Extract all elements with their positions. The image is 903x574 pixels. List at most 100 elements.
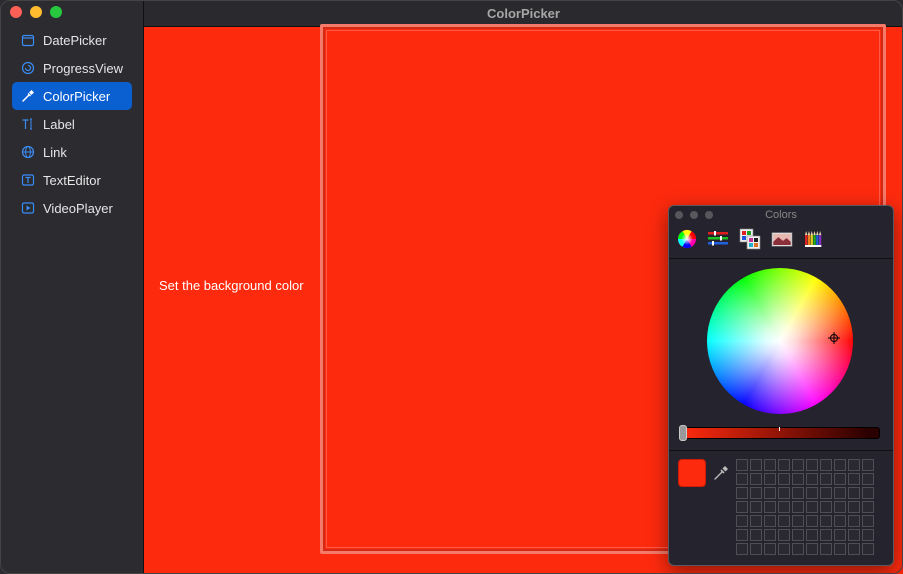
empty-swatch[interactable] (764, 529, 776, 541)
empty-swatch[interactable] (806, 459, 818, 471)
empty-swatch[interactable] (834, 515, 846, 527)
empty-swatch[interactable] (834, 487, 846, 499)
sidebar-item-label: Link (43, 144, 67, 160)
empty-swatch[interactable] (806, 473, 818, 485)
empty-swatch[interactable] (848, 487, 860, 499)
empty-swatch[interactable] (792, 543, 804, 555)
sidebar-item-label[interactable]: Label (12, 110, 132, 138)
empty-swatch[interactable] (792, 487, 804, 499)
brightness-slider[interactable] (681, 427, 880, 439)
empty-swatch[interactable] (736, 501, 748, 513)
empty-swatch[interactable] (820, 501, 832, 513)
empty-swatch[interactable] (834, 473, 846, 485)
empty-swatch[interactable] (792, 459, 804, 471)
colors-panel: Colors (668, 205, 894, 566)
empty-swatch[interactable] (750, 501, 762, 513)
sidebar-item-link[interactable]: Link (12, 138, 132, 166)
empty-swatch[interactable] (764, 473, 776, 485)
empty-swatch[interactable] (750, 459, 762, 471)
empty-swatch[interactable] (750, 543, 762, 555)
empty-swatch[interactable] (848, 543, 860, 555)
empty-swatch[interactable] (862, 529, 874, 541)
empty-swatch[interactable] (834, 459, 846, 471)
empty-swatch[interactable] (806, 487, 818, 499)
brightness-slider-thumb[interactable] (679, 425, 687, 441)
empty-swatch[interactable] (750, 529, 762, 541)
empty-swatch[interactable] (736, 515, 748, 527)
slider-tick-mark (779, 427, 780, 431)
empty-swatch[interactable] (820, 487, 832, 499)
empty-swatch[interactable] (778, 459, 790, 471)
empty-swatch[interactable] (778, 501, 790, 513)
empty-swatch[interactable] (778, 487, 790, 499)
eyedropper-icon[interactable] (713, 465, 729, 481)
empty-swatch[interactable] (792, 473, 804, 485)
sidebar-item-progressview[interactable]: ProgressView (12, 54, 132, 82)
image-icon[interactable] (771, 228, 793, 250)
palettes-icon[interactable] (739, 228, 761, 250)
sliders-icon[interactable] (707, 228, 729, 250)
empty-swatch[interactable] (778, 515, 790, 527)
empty-swatch[interactable] (750, 473, 762, 485)
empty-swatch[interactable] (806, 529, 818, 541)
panel-divider (669, 450, 893, 451)
empty-swatch[interactable] (792, 529, 804, 541)
empty-swatch[interactable] (736, 529, 748, 541)
sidebar-item-colorpicker[interactable]: ColorPicker (12, 82, 132, 110)
sidebar-item-videoplayer[interactable]: VideoPlayer (12, 194, 132, 222)
empty-swatch[interactable] (848, 501, 860, 513)
empty-swatch[interactable] (834, 529, 846, 541)
app-window: DatePicker ProgressView ColorPicker Labe… (0, 0, 903, 574)
saved-swatches-grid (736, 459, 874, 555)
window-controls (10, 6, 62, 18)
empty-swatch[interactable] (764, 487, 776, 499)
empty-swatch[interactable] (862, 459, 874, 471)
empty-swatch[interactable] (736, 473, 748, 485)
empty-swatch[interactable] (848, 459, 860, 471)
minimize-button[interactable] (30, 6, 42, 18)
empty-swatch[interactable] (778, 529, 790, 541)
sidebar-item-texteditor[interactable]: TextEditor (12, 166, 132, 194)
empty-swatch[interactable] (764, 501, 776, 513)
sidebar-item-datepicker[interactable]: DatePicker (12, 26, 132, 54)
empty-swatch[interactable] (848, 473, 860, 485)
empty-swatch[interactable] (806, 543, 818, 555)
empty-swatch[interactable] (820, 459, 832, 471)
empty-swatch[interactable] (778, 543, 790, 555)
empty-swatch[interactable] (764, 459, 776, 471)
empty-swatch[interactable] (862, 487, 874, 499)
colors-panel-titlebar[interactable]: Colors (669, 206, 893, 224)
empty-swatch[interactable] (764, 543, 776, 555)
empty-swatch[interactable] (792, 515, 804, 527)
color-wheel-icon[interactable] (676, 228, 698, 250)
empty-swatch[interactable] (848, 529, 860, 541)
empty-swatch[interactable] (848, 515, 860, 527)
empty-swatch[interactable] (736, 487, 748, 499)
empty-swatch[interactable] (862, 515, 874, 527)
empty-swatch[interactable] (806, 515, 818, 527)
close-button[interactable] (10, 6, 22, 18)
empty-swatch[interactable] (750, 515, 762, 527)
empty-swatch[interactable] (834, 543, 846, 555)
empty-swatch[interactable] (736, 543, 748, 555)
empty-swatch[interactable] (792, 501, 804, 513)
progress-icon (21, 61, 35, 75)
empty-swatch[interactable] (764, 515, 776, 527)
empty-swatch[interactable] (820, 543, 832, 555)
zoom-button[interactable] (50, 6, 62, 18)
empty-swatch[interactable] (750, 487, 762, 499)
empty-swatch[interactable] (736, 459, 748, 471)
sidebar-item-label: ColorPicker (43, 88, 111, 104)
empty-swatch[interactable] (820, 529, 832, 541)
empty-swatch[interactable] (862, 501, 874, 513)
empty-swatch[interactable] (820, 473, 832, 485)
crosshair-icon[interactable] (828, 332, 840, 344)
empty-swatch[interactable] (834, 501, 846, 513)
empty-swatch[interactable] (820, 515, 832, 527)
empty-swatch[interactable] (862, 473, 874, 485)
empty-swatch[interactable] (806, 501, 818, 513)
empty-swatch[interactable] (778, 473, 790, 485)
pencils-icon[interactable] (803, 228, 825, 250)
empty-swatch[interactable] (862, 543, 874, 555)
current-color-swatch[interactable] (678, 459, 706, 487)
